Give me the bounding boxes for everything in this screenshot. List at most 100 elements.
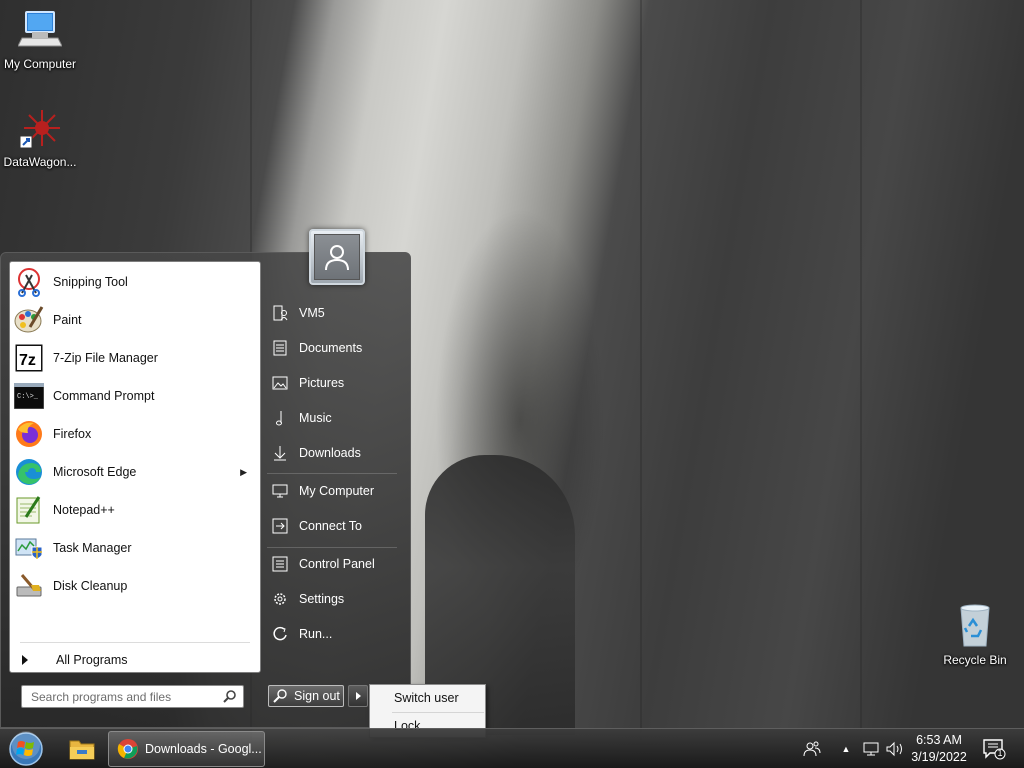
task-manager-icon xyxy=(13,532,45,564)
sign-out-button[interactable]: Sign out xyxy=(268,685,344,707)
people-tray-button[interactable] xyxy=(800,729,824,768)
run-icon xyxy=(271,625,289,643)
program-microsoft-edge[interactable]: Microsoft Edge ▶ xyxy=(13,453,259,491)
right-separator xyxy=(267,547,397,548)
program-label: Notepad++ xyxy=(53,503,115,517)
computer-icon xyxy=(0,8,80,55)
paint-icon xyxy=(13,304,45,336)
network-icon xyxy=(863,742,879,756)
connect-to-icon xyxy=(271,517,289,535)
taskbar-clock[interactable]: 6:53 AM 3/19/2022 xyxy=(906,732,972,766)
start-item-connect-to[interactable]: Connect To xyxy=(267,511,401,541)
start-item-label: Pictures xyxy=(299,376,345,390)
program-paint[interactable]: Paint xyxy=(13,301,259,339)
start-item-label: Music xyxy=(299,411,332,425)
start-item-label: Settings xyxy=(299,592,345,606)
volume-tray-button[interactable] xyxy=(884,729,906,768)
start-item-vm5[interactable]: VM5 xyxy=(267,298,401,328)
chevron-up-icon: ▲ xyxy=(841,744,851,754)
start-item-run[interactable]: Run... xyxy=(267,619,401,649)
desktop-icon-label: Recycle Bin xyxy=(943,653,1007,667)
svg-text:C:\>_: C:\>_ xyxy=(17,393,39,401)
program-command-prompt[interactable]: C:\>_ Command Prompt xyxy=(13,377,259,415)
search-icon[interactable] xyxy=(223,689,237,706)
start-item-label: Downloads xyxy=(299,446,361,460)
clock-time: 6:53 AM xyxy=(916,733,962,747)
expand-triangle-icon xyxy=(22,655,28,665)
submenu-arrow-icon: ▶ xyxy=(240,466,247,477)
program-disk-cleanup[interactable]: Disk Cleanup xyxy=(13,567,259,605)
program-snipping-tool[interactable]: Snipping Tool xyxy=(13,263,259,301)
notification-count: 1 xyxy=(997,748,1003,758)
desktop-icon-my-computer[interactable]: My Computer xyxy=(0,8,80,71)
folder-icon xyxy=(69,740,95,760)
power-options-arrow-button[interactable] xyxy=(348,685,368,707)
documents-icon xyxy=(271,339,289,357)
program-label: Firefox xyxy=(53,427,92,441)
start-item-label: Connect To xyxy=(299,519,363,533)
firefox-icon xyxy=(13,418,45,450)
search-placeholder: Search programs and files xyxy=(31,689,172,704)
snipping-tool-icon xyxy=(13,266,45,298)
computer-icon xyxy=(271,482,289,500)
sign-out-label: Sign out xyxy=(294,689,340,703)
pictures-icon xyxy=(271,374,289,392)
start-item-downloads[interactable]: Downloads xyxy=(267,438,401,468)
program-label: Command Prompt xyxy=(53,389,155,403)
start-item-control-panel[interactable]: Control Panel xyxy=(267,549,401,579)
wallpaper-detail xyxy=(640,0,642,740)
user-folder-icon xyxy=(271,304,289,322)
start-item-label: VM5 xyxy=(299,306,325,320)
wallpaper-detail xyxy=(860,0,862,740)
desktop-icon-datawagon[interactable]: DataWagon... xyxy=(0,106,80,169)
program-label: Paint xyxy=(53,313,82,327)
start-menu: Snipping Tool Paint 7z 7-Zip File Manage… xyxy=(0,229,411,728)
start-item-pictures[interactable]: Pictures xyxy=(267,368,401,398)
datawagon-icon xyxy=(0,106,80,153)
disk-cleanup-icon xyxy=(13,570,45,602)
action-center-button[interactable]: 1 xyxy=(980,729,1008,768)
user-avatar-icon xyxy=(314,234,360,280)
program-7zip[interactable]: 7z 7-Zip File Manager xyxy=(13,339,259,377)
show-hidden-icons-button[interactable]: ▲ xyxy=(838,729,854,768)
start-item-label: My Computer xyxy=(299,484,375,498)
program-label: Disk Cleanup xyxy=(53,579,128,593)
control-panel-icon xyxy=(271,555,289,573)
start-item-my-computer[interactable]: My Computer xyxy=(267,476,401,506)
command-prompt-icon: C:\>_ xyxy=(13,380,45,412)
taskbar: Downloads - Googl... ▲ 6:53 AM 3/19/2022… xyxy=(0,728,1024,768)
start-item-label: Documents xyxy=(299,341,363,355)
all-programs-button[interactable]: All Programs xyxy=(18,648,254,672)
arrow-right-icon xyxy=(355,692,361,700)
chrome-icon xyxy=(117,739,138,759)
svg-text:7z: 7z xyxy=(19,352,36,369)
downloads-icon xyxy=(271,444,289,462)
start-item-documents[interactable]: Documents xyxy=(267,333,401,363)
edge-icon xyxy=(13,456,45,488)
program-task-manager[interactable]: Task Manager xyxy=(13,529,259,567)
chrome-taskbar-button[interactable]: Downloads - Googl... xyxy=(108,731,265,767)
desktop-icon-recycle-bin[interactable]: Recycle Bin xyxy=(935,602,1015,667)
network-tray-button[interactable] xyxy=(860,729,882,768)
program-label: Task Manager xyxy=(53,541,132,555)
user-account-picture[interactable] xyxy=(309,229,365,285)
clock-date: 3/19/2022 xyxy=(911,750,967,764)
start-item-music[interactable]: Music xyxy=(267,403,401,433)
program-label: Snipping Tool xyxy=(53,275,128,289)
all-programs-label: All Programs xyxy=(56,653,128,667)
menu-item-switch-user[interactable]: Switch user xyxy=(371,685,484,711)
windows-logo-icon xyxy=(9,731,43,766)
program-firefox[interactable]: Firefox xyxy=(13,415,259,453)
start-item-label: Run... xyxy=(299,627,333,641)
search-input[interactable]: Search programs and files xyxy=(21,685,244,708)
desktop-icon-label: DataWagon... xyxy=(3,155,77,169)
start-button[interactable] xyxy=(7,731,45,767)
desktop-icon-label: My Computer xyxy=(3,57,77,71)
menu-item-label: Switch user xyxy=(394,691,459,705)
right-separator xyxy=(267,473,397,474)
file-explorer-taskbar-button[interactable] xyxy=(62,731,102,767)
start-item-settings[interactable]: Settings xyxy=(267,584,401,614)
recycle-bin-icon xyxy=(935,602,1015,651)
program-notepadpp[interactable]: Notepad++ xyxy=(13,491,259,529)
settings-gear-icon xyxy=(271,590,289,608)
